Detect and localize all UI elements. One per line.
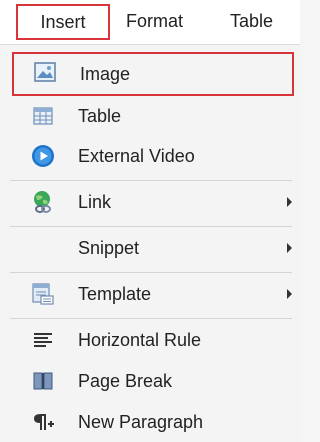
new-paragraph-icon xyxy=(30,409,56,435)
menubar-format[interactable]: Format xyxy=(126,5,183,37)
menu-item-link[interactable]: Link xyxy=(0,182,300,222)
horizontal-rule-icon xyxy=(30,327,56,353)
menu-item-label: External Video xyxy=(78,146,195,166)
menu-item-label: Table xyxy=(78,106,122,126)
menu-item-new-paragraph[interactable]: New Paragraph xyxy=(0,402,300,442)
menu-item-external-video[interactable]: External Video xyxy=(0,136,300,176)
menu-separator xyxy=(10,272,292,273)
menu-separator xyxy=(10,318,292,319)
menubar-table[interactable]: Table xyxy=(230,5,273,37)
menu-item-label: Horizontal Rule xyxy=(78,330,202,350)
menu-item-label: Template xyxy=(78,284,152,304)
video-play-icon xyxy=(30,143,56,169)
menu-item-horizontal-rule[interactable]: Horizontal Rule xyxy=(0,320,300,360)
menubar: Insert Format Table xyxy=(0,0,300,44)
menu-item-label: Link xyxy=(78,192,112,212)
menu-item-snippet[interactable]: Snippet xyxy=(0,228,300,268)
menu-item-label: Page Break xyxy=(78,371,173,391)
link-globe-icon xyxy=(30,189,56,215)
page-break-icon xyxy=(30,368,56,394)
submenu-arrow-icon xyxy=(287,243,292,253)
menu-item-label: Snippet xyxy=(78,238,140,258)
submenu-arrow-icon xyxy=(287,197,292,207)
submenu-arrow-icon xyxy=(287,289,292,299)
menu-item-template[interactable]: Template xyxy=(0,274,300,314)
menubar-insert[interactable]: Insert xyxy=(16,4,110,40)
menu-item-image[interactable]: Image xyxy=(12,52,294,96)
template-icon xyxy=(30,281,56,307)
insert-dropdown-menu: Image Table External Video Link Snippet … xyxy=(0,44,300,442)
menu-separator xyxy=(10,180,292,181)
table-icon xyxy=(30,103,56,129)
menu-separator xyxy=(10,226,292,227)
menu-item-label: New Paragraph xyxy=(78,412,204,432)
menu-item-table[interactable]: Table xyxy=(0,96,300,136)
menu-item-label: Image xyxy=(80,64,131,84)
image-icon xyxy=(32,59,58,85)
menu-item-page-break[interactable]: Page Break xyxy=(0,361,300,401)
